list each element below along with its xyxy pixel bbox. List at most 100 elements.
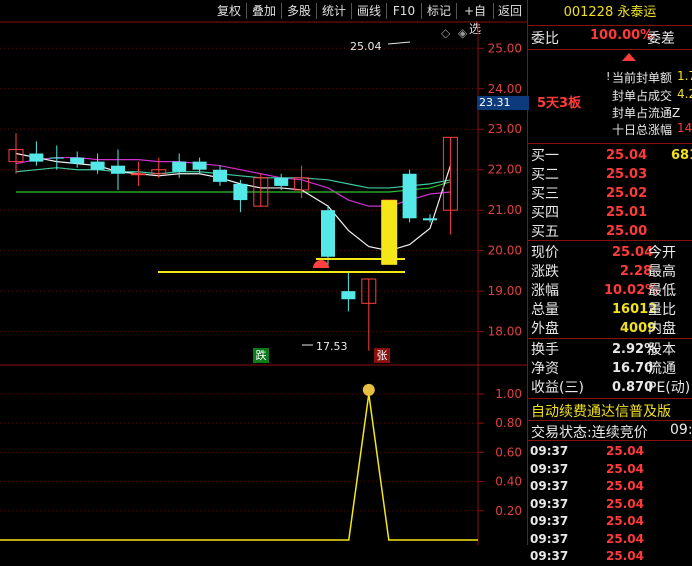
tick-row: 09:37 25.04 [528,546,692,566]
bid-row: 买二 25.03 [528,165,692,185]
info-1-label: 封单占成交 [612,89,673,103]
settings-icon[interactable]: ◈ [458,26,467,40]
info-2-label: 封单占流通Z [612,106,681,120]
stat2-row: 收益(三) 0.870 PE(动) [528,378,692,398]
info-0-label: 当前封单额 [612,71,673,85]
signal-icon [313,260,329,268]
stat-row: 外盘 4009 内盘 [528,319,692,339]
weibi-label: 委比 [531,31,559,47]
stat-label: 外盘 [531,321,559,337]
info-3-label: 十日总涨幅 [612,123,673,137]
diamond-icon[interactable]: ◇ [441,26,450,40]
trade-state-value: 连续竞价 [591,425,648,441]
bid-volume: 681 [671,148,692,163]
stat2-label: 换手 [531,342,559,358]
candle-body [274,177,289,186]
stat-label-2: 量比 [648,302,676,318]
candle-body [172,161,187,172]
tick-price: 25.04 [606,549,644,563]
stat-row: 涨幅 10.02% 最低 [528,281,692,301]
info-0-val: 1.7 [677,69,692,83]
trade-state-label: 交易状态: [531,425,592,441]
axis-tick-label: 21.00 [488,203,522,217]
axis-tick-label: 25.00 [488,41,522,55]
bid-price: 25.03 [606,167,648,182]
renew-banner[interactable]: 自动续费通达信普及版 [531,401,671,421]
tick-time: 09:37 [530,549,569,563]
ma-teal [15,167,451,189]
current-price-tag: 23.31 [477,96,529,110]
axis-tick-label: 22.00 [488,163,522,177]
limit-up-candle [381,200,398,265]
candle-body [111,165,125,174]
axis-tick-label: 23.00 [488,122,522,136]
trade-state: 交易状态:连续竞价 [531,422,648,442]
candle-body [423,218,437,221]
stat-value: 25.04 [612,245,654,260]
stat2-value: 16.70 [612,361,654,376]
candle-body [90,161,105,170]
ind-tick-label: 1.00 [495,387,522,401]
weibi-value: 100.00% [590,28,654,43]
stat2-value: 0.870 [612,380,654,395]
axis-tick-label: 19.00 [488,284,522,298]
money-bag-icon [362,383,375,396]
stock-name: 永泰运 [617,5,657,20]
info-3-val: 14 [677,121,692,135]
bid-price: 25.01 [606,205,648,220]
stock-title: 001228 永泰运 [528,3,692,23]
stat-row: 总量 16012 量比 [528,300,692,320]
stat-label-2: 今开 [648,245,676,261]
zhang-tag: 张 [374,348,390,363]
chart-frame [0,21,527,545]
ind-tick-label: 0.60 [495,445,522,459]
ind-tick-label: 0.80 [495,416,522,430]
candle-body [49,157,64,159]
stat-label-2: 最高 [648,264,676,280]
info-icon: ! [606,70,611,83]
stat2-label-2: 股本 [648,342,676,358]
bid-row: 买四 25.01 [528,203,692,223]
ma-green [16,181,451,193]
board-label: 5天3板 [537,96,582,111]
axis-tick-label: 18.00 [488,325,522,339]
stat2-row: 换手 2.92% 股本 [528,340,692,360]
indicator-line [0,393,478,541]
stat-row: 涨跌 2.28 最高 [528,262,692,282]
candle-body [192,161,207,170]
weicha-label: 委差 [647,31,675,47]
candle-body [70,157,85,164]
candle-body [321,210,335,257]
die-tag: 跌 [253,348,269,363]
ind-tick-label: 0.40 [495,475,522,489]
stat-label: 总量 [531,302,559,318]
bid-price: 25.04 [606,148,648,163]
stat-label-2: 最低 [648,283,676,299]
stat-row: 现价 25.04 今开 [528,243,692,263]
kline-chart: 1.00 0.80 0.60 0.40 0.20 25.00 24.00 23.00 22.0… [0,21,527,545]
bid-price: 25.02 [606,186,648,201]
bid-label: 买三 [531,186,559,202]
stat2-row: 净资 16.70 流通 [528,359,692,379]
bid-label: 买五 [531,224,559,240]
candle-body [402,173,417,219]
bid-row: 买三 25.02 [528,184,692,204]
candles [8,133,458,351]
axis-tick-label: 24.00 [488,82,522,96]
stat2-label-2: 流通 [648,361,676,377]
chart-annotations [158,41,411,346]
price-axis: 25.00 24.00 23.00 22.00 21.00 20.00 19.00 18.00 [478,41,522,339]
stat2-label-2: PE(动) [648,380,691,396]
ind-tick-label: 0.20 [495,504,522,518]
arrow-up-icon [622,46,636,61]
bid-label: 买二 [531,167,559,183]
bid-row: 买一 25.04 681 [528,146,692,166]
candle-body [130,173,146,176]
info-1-val: 4.2 [677,87,692,101]
stat2-label: 净资 [531,361,559,377]
trade-state-time: 09:3 [670,422,692,438]
axis-tick-label: 20.00 [488,244,522,258]
stat-label: 现价 [531,245,559,261]
stat-label: 涨幅 [531,283,559,299]
high-pointer [387,41,411,45]
